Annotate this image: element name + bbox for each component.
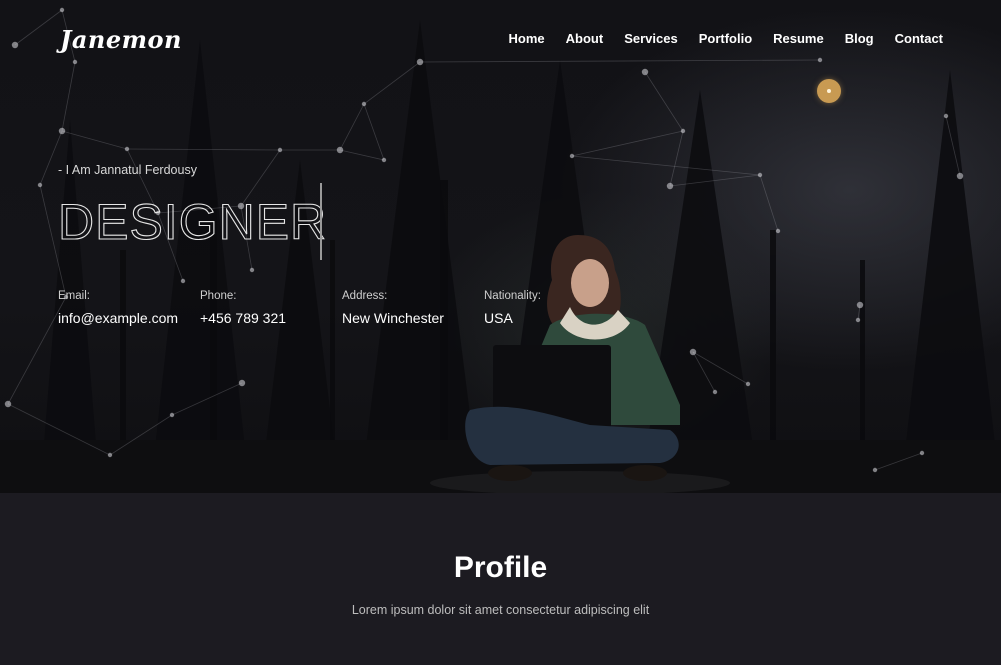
network-line: [363, 61, 421, 105]
network-line: [363, 103, 385, 161]
network-line: [171, 382, 243, 416]
network-line: [14, 9, 63, 46]
network-node: [180, 278, 186, 284]
typing-cursor: [320, 183, 322, 260]
network-node: [58, 127, 66, 135]
info-nationality: Nationality: USA: [484, 290, 541, 326]
network-line: [571, 130, 684, 157]
network-node: [666, 182, 674, 190]
network-node: [37, 182, 43, 188]
network-line: [339, 149, 385, 161]
network-node: [169, 412, 175, 418]
network-node: [817, 57, 823, 63]
network-node: [775, 228, 781, 234]
network-line: [339, 103, 365, 151]
network-node: [416, 58, 424, 66]
network-node: [277, 147, 283, 153]
network-line: [61, 130, 128, 150]
network-line: [571, 155, 761, 176]
network-node: [745, 381, 751, 387]
network-node: [856, 301, 864, 309]
network-node: [872, 467, 878, 473]
hero-role-title: DESIGNER: [57, 193, 328, 250]
network-line: [109, 414, 173, 456]
info-value[interactable]: info@example.com: [58, 310, 178, 326]
network-node: [249, 267, 255, 273]
network-node: [641, 68, 649, 76]
network-node: [569, 153, 575, 159]
network-node: [124, 146, 130, 152]
info-label: Phone:: [200, 290, 237, 302]
network-node: [72, 59, 78, 65]
hero-section: Janemon Home About Services Portfolio Re…: [0, 0, 1001, 493]
nav-home[interactable]: Home: [509, 31, 545, 46]
network-line: [669, 174, 761, 187]
network-line: [669, 130, 684, 187]
network-node: [680, 128, 686, 134]
contact-info: Email: info@example.com Phone: +456 789 …: [58, 290, 618, 340]
network-node: [943, 113, 949, 119]
info-email: Email: info@example.com: [58, 290, 178, 326]
section-subtitle: Lorem ipsum dolor sit amet consectetur a…: [351, 603, 650, 617]
network-node: [11, 41, 19, 49]
section-title: Profile: [453, 551, 548, 584]
network-node: [757, 172, 763, 178]
network-node: [381, 157, 387, 163]
info-value[interactable]: +456 789 321: [200, 310, 286, 326]
network-node: [855, 317, 861, 323]
info-label: Nationality:: [484, 290, 541, 302]
network-node: [956, 172, 964, 180]
network-node: [238, 379, 246, 387]
network-line: [61, 61, 76, 132]
person-with-laptop-image: [430, 235, 730, 493]
info-label: Email:: [58, 290, 90, 302]
info-address: Address: New Winchester: [342, 290, 444, 326]
network-node: [336, 146, 344, 154]
cursor-follower-dot: [817, 79, 841, 103]
network-line: [419, 59, 821, 63]
profile-section: Profile Lorem ipsum dolor sit amet conse…: [0, 493, 1001, 665]
network-line: [644, 71, 684, 132]
network-line: [126, 148, 281, 151]
network-line: [7, 403, 111, 456]
network-node: [361, 101, 367, 107]
network-line: [874, 452, 923, 471]
network-line: [759, 174, 779, 232]
network-node: [107, 452, 113, 458]
network-node: [919, 450, 925, 456]
network-line: [945, 115, 961, 177]
info-phone: Phone: +456 789 321: [200, 290, 286, 326]
nav-blog[interactable]: Blog: [845, 31, 874, 46]
nav-contact[interactable]: Contact: [895, 31, 943, 46]
nav-portfolio[interactable]: Portfolio: [699, 31, 752, 46]
site-logo[interactable]: Janemon: [60, 25, 182, 54]
info-value: USA: [484, 310, 513, 326]
network-node: [59, 7, 65, 13]
info-value: New Winchester: [342, 310, 444, 326]
nav-resume[interactable]: Resume: [773, 31, 824, 46]
info-label: Address:: [342, 290, 388, 302]
nav-about[interactable]: About: [566, 31, 604, 46]
nav-services[interactable]: Services: [624, 31, 678, 46]
main-navigation: Home About Services Portfolio Resume Blo…: [509, 31, 943, 46]
hero-intro: - I Am Jannatul Ferdousy: [58, 163, 197, 177]
network-node: [4, 400, 12, 408]
